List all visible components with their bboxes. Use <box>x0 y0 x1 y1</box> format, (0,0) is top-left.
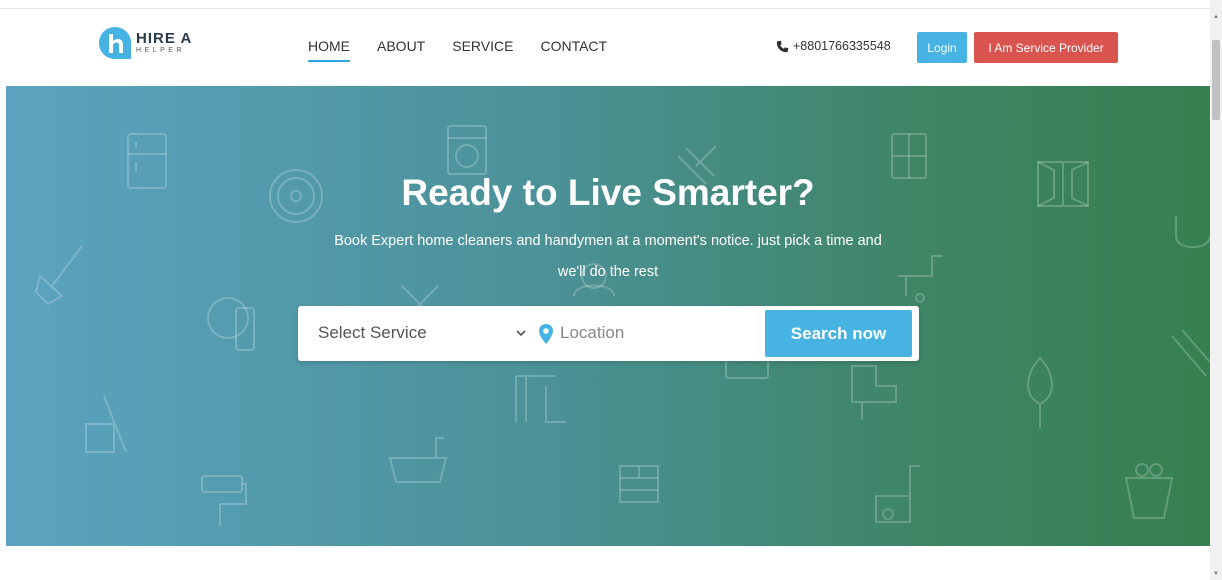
pipe-icon <box>1175 216 1210 249</box>
main-nav: HOME ABOUT SERVICE CONTACT <box>308 38 634 62</box>
phone-number: +8801766335548 <box>793 39 891 53</box>
bricks-icon <box>619 465 659 503</box>
scroll-thumb[interactable] <box>1212 40 1220 120</box>
phone-contact[interactable]: +8801766335548 <box>776 39 891 53</box>
search-bar: Select Service Search now <box>298 306 919 361</box>
page-scrollbar[interactable]: ▲ ▼ <box>1210 0 1222 580</box>
brand-name: HIRE A <box>136 30 193 47</box>
hero-banner: Ready to Live Smarter? Book Expert home … <box>6 86 1210 546</box>
hammer-icon <box>515 375 566 423</box>
paint-roller-icon <box>201 475 247 526</box>
location-input[interactable] <box>560 323 750 343</box>
top-border <box>0 0 1210 9</box>
ruler-icon <box>1171 329 1210 377</box>
search-now-button[interactable]: Search now <box>765 310 912 357</box>
chevron-down-icon[interactable] <box>516 329 526 337</box>
vacuum-icon <box>875 465 920 523</box>
logo-h-icon <box>98 26 132 60</box>
login-button[interactable]: Login <box>917 32 967 63</box>
nav-home[interactable]: HOME <box>308 38 350 62</box>
service-provider-button[interactable]: I Am Service Provider <box>974 32 1118 63</box>
brand-logo[interactable]: HIRE A HELPER <box>98 26 192 60</box>
cleaning-bucket-icon <box>1124 463 1174 519</box>
scroll-down-arrow-icon[interactable]: ▼ <box>1212 570 1220 578</box>
tap-icon <box>851 365 897 420</box>
bathtub-icon <box>388 437 448 483</box>
location-pin-icon <box>539 324 553 344</box>
hero-subtitle: Book Expert home cleaners and handymen a… <box>334 233 882 280</box>
trowel-icon <box>1027 356 1053 428</box>
nav-service[interactable]: SERVICE <box>452 38 513 62</box>
faucet-icon <box>898 255 942 303</box>
nav-about[interactable]: ABOUT <box>377 38 425 62</box>
bucket-mop-icon <box>85 395 127 453</box>
washer-small-icon <box>725 359 769 379</box>
brand-subname: HELPER <box>136 47 186 54</box>
phone-icon <box>776 40 789 52</box>
scroll-up-arrow-icon[interactable]: ▲ <box>1212 13 1220 21</box>
site-header: HIRE A HELPER HOME ABOUT SERVICE CONTACT… <box>0 10 1210 86</box>
hero-title: Ready to Live Smarter? <box>401 172 815 213</box>
broom-icon <box>34 245 83 306</box>
dish-soap-icon <box>207 297 255 351</box>
washing-machine-icon <box>447 125 487 175</box>
nav-contact[interactable]: CONTACT <box>540 38 607 62</box>
service-select[interactable]: Select Service <box>318 323 427 343</box>
